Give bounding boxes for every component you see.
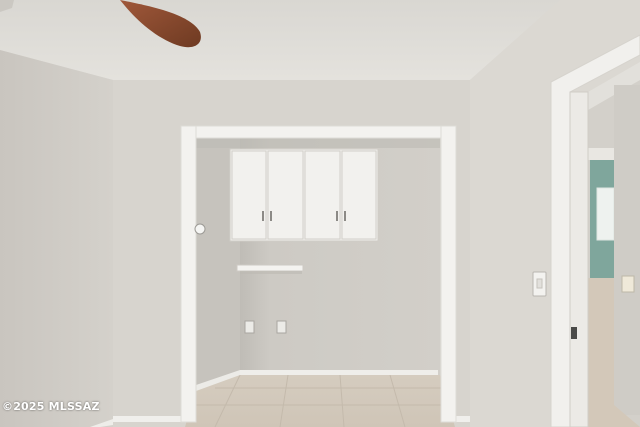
cabinet-handle-1 xyxy=(262,211,264,221)
alcove-baseboard xyxy=(240,370,438,375)
door-latch xyxy=(571,327,577,339)
cabinet-handle-4 xyxy=(344,211,346,221)
ceiling xyxy=(0,0,560,80)
far-room-doorjamb xyxy=(588,148,614,160)
cabinet-handle-3 xyxy=(336,211,338,221)
door-edge xyxy=(569,91,589,427)
wall-cabinets xyxy=(229,148,379,242)
cabinet-door-2 xyxy=(267,150,304,240)
alcove-ceiling-shadow xyxy=(196,138,440,148)
cabinet-handle-2 xyxy=(270,211,272,221)
wall-outlet-1 xyxy=(244,320,255,334)
wall-switch-toggle xyxy=(536,278,543,289)
watermark: ©2025 MLSSAZ xyxy=(2,400,100,413)
hallway-pillar xyxy=(614,85,640,415)
room-photo xyxy=(0,0,640,427)
small-shelf xyxy=(236,264,304,272)
tile-floor xyxy=(185,375,455,427)
cabinet-door-4 xyxy=(341,150,377,240)
baseboard-left xyxy=(113,416,185,422)
light-switch xyxy=(621,275,635,293)
wall-knob xyxy=(194,223,206,235)
far-room-window xyxy=(596,187,615,241)
cabinet-door-1 xyxy=(231,150,267,240)
shelf-shadow xyxy=(240,271,302,274)
left-wall xyxy=(0,50,113,427)
baseboard-right xyxy=(455,416,470,422)
cabinet-door-3 xyxy=(304,150,341,240)
doorway xyxy=(550,34,640,427)
wall-outlet-2 xyxy=(276,320,287,334)
